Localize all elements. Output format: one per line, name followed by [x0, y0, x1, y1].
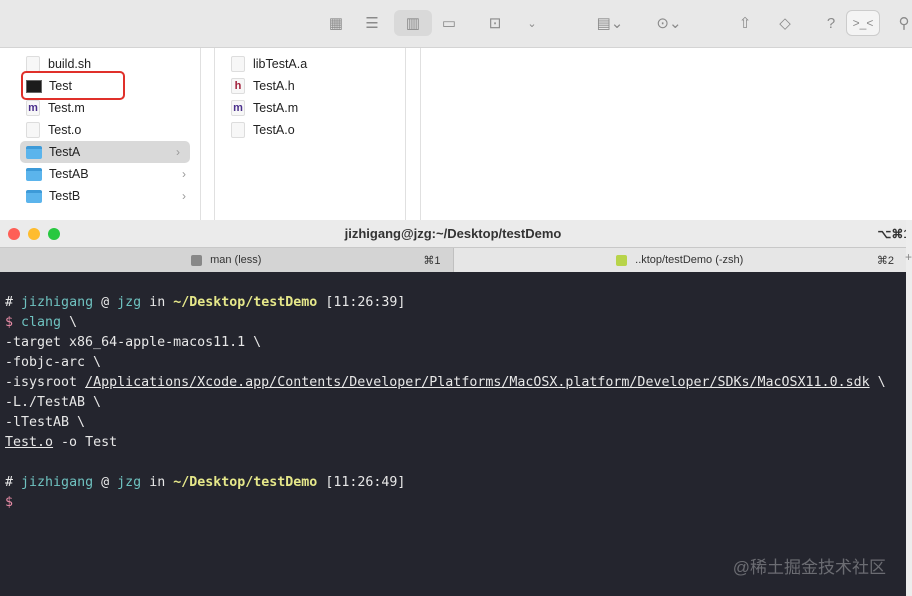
document-icon	[231, 122, 245, 138]
output-line: -fobjc-arc \	[5, 355, 102, 370]
quick-action-icon[interactable]: ⊡	[482, 10, 508, 36]
column-view-icon[interactable]: ▥	[394, 10, 432, 36]
watermark: @稀土掘金技术社区	[732, 558, 886, 577]
file-test-m[interactable]: m Test.m	[26, 97, 190, 119]
folder-icon	[26, 189, 42, 203]
chevron-right-icon: ›	[182, 189, 186, 203]
chevron-right-icon: ›	[176, 145, 180, 159]
tab-shortcut: ⌘1	[423, 254, 441, 267]
terminal-window: jizhigang@jzg:~/Desktop/testDemo ⌥⌘1 man…	[0, 220, 910, 596]
folder-testb[interactable]: TestB ›	[26, 185, 190, 207]
output-line: -L./TestAB \	[5, 395, 102, 410]
script-file-icon	[26, 56, 40, 72]
tab-shortcut: ⌘2	[876, 254, 894, 267]
folder-icon	[26, 167, 42, 181]
icon-view-icon[interactable]: ▦	[326, 10, 346, 36]
terminal-output[interactable]: # jizhigang @ jzg in ~/Desktop/testDemo …	[0, 272, 906, 513]
tab-zsh[interactable]: ..ktop/testDemo (-zsh) ⌘2	[452, 248, 906, 272]
new-tab-strip[interactable]: +	[905, 220, 912, 596]
folder-testa[interactable]: TestA ›	[20, 141, 190, 163]
share-icon[interactable]: ⇧	[735, 10, 755, 36]
file-name: TestA.h	[253, 79, 295, 93]
file-name: libTestA.a	[253, 57, 308, 71]
m-file-icon: m	[231, 100, 245, 116]
output-line: -isysroot /Applications/Xcode.app/Conten…	[5, 375, 886, 390]
output-line: -lTestAB \	[5, 415, 86, 430]
close-button[interactable]	[8, 228, 20, 240]
chevron-down-icon[interactable]: ⌄	[524, 10, 540, 36]
file-name: build.sh	[48, 57, 92, 71]
file-name: TestA	[49, 145, 81, 159]
help-icon[interactable]: ?	[822, 10, 840, 36]
command-line: $ clang \	[5, 315, 78, 330]
gallery-view-icon[interactable]: ▭	[436, 10, 462, 36]
minimize-button[interactable]	[28, 228, 40, 240]
terminal-icon[interactable]: >_<	[846, 10, 880, 36]
document-icon	[26, 122, 40, 138]
file-name: Test.m	[48, 101, 85, 115]
file-name: TestA.m	[253, 101, 299, 115]
file-testa-h[interactable]: h TestA.h	[231, 75, 295, 97]
file-name: Test.o	[48, 123, 82, 137]
file-libtesta-a[interactable]: libTestA.a	[231, 53, 307, 75]
magnifier-icon	[191, 254, 203, 266]
terminal-icon	[616, 254, 628, 266]
tab-label: man (less)	[210, 254, 262, 266]
output-line: -target x86_64-apple-macos11.1 \	[5, 335, 262, 350]
terminal-titlebar: jizhigang@jzg:~/Desktop/testDemo ⌥⌘1	[0, 220, 910, 247]
highlight-box	[21, 71, 125, 100]
file-test-o[interactable]: Test.o	[26, 119, 190, 141]
finder-columns: build.sh Test m Test.m Test.o TestA › Test…	[0, 48, 912, 220]
window-title: jizhigang@jzg:~/Desktop/testDemo	[344, 226, 562, 241]
terminal-tabs: man (less) ⌘1 ..ktop/testDemo (-zsh) ⌘2	[0, 247, 906, 272]
prompt-line: # jizhigang @ jzg in ~/Desktop/testDemo …	[5, 475, 406, 490]
output-line: Test.o -o Test	[5, 435, 118, 450]
search-icon[interactable]: ⚲	[896, 10, 912, 36]
finder-toolbar: ▦ ☰ ▥ ▭ ⊡ ⌄ ▤⌄ ⊙⌄ ⇧ ◇ ? >_< ⚲	[0, 0, 912, 48]
file-name: TestAB	[49, 167, 89, 181]
folder-testab[interactable]: TestAB ›	[26, 163, 190, 185]
tab-label: ..ktop/testDemo (-zsh)	[635, 254, 744, 266]
new-tab-icon[interactable]: +	[905, 250, 912, 264]
more-icon[interactable]: ⊙⌄	[650, 10, 688, 36]
prompt-line: # jizhigang @ jzg in ~/Desktop/testDemo …	[5, 295, 406, 310]
file-name: TestB	[49, 189, 81, 203]
file-testa-m[interactable]: m TestA.m	[231, 97, 298, 119]
list-view-icon[interactable]: ☰	[361, 10, 383, 36]
document-icon	[231, 56, 245, 72]
zoom-button[interactable]	[48, 228, 60, 240]
m-file-icon: m	[26, 100, 40, 116]
folder-icon	[26, 145, 42, 159]
file-name: TestA.o	[253, 123, 295, 137]
group-icon[interactable]: ▤⌄	[592, 10, 628, 36]
tag-icon[interactable]: ◇	[773, 10, 797, 36]
file-testa-o[interactable]: TestA.o	[231, 119, 295, 141]
input-line[interactable]: $	[5, 493, 906, 513]
column-3	[420, 48, 912, 220]
tab-man[interactable]: man (less) ⌘1	[0, 248, 453, 272]
chevron-right-icon: ›	[182, 167, 186, 181]
h-file-icon: h	[231, 78, 245, 94]
